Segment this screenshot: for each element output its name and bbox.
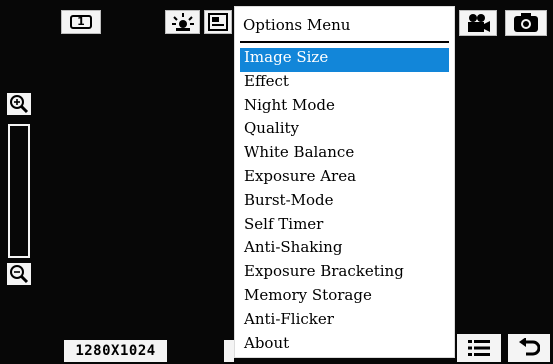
back-arrow-icon	[519, 338, 540, 356]
back-button[interactable]	[508, 334, 550, 362]
menu-divider	[240, 41, 449, 43]
menu-item-exposure-bracketing[interactable]: Exposure Bracketing	[240, 262, 449, 286]
camera-icon	[514, 13, 538, 32]
menu-item-self-timer[interactable]: Self Timer	[240, 215, 449, 239]
menu-item-memory-storage[interactable]: Memory Storage	[240, 286, 449, 310]
zoom-in-icon	[10, 95, 29, 114]
menu-button[interactable]	[457, 334, 501, 362]
scene-mode-icon	[208, 13, 228, 31]
menu-item-night-mode[interactable]: Night Mode	[240, 96, 449, 120]
list-menu-icon	[468, 340, 490, 356]
counter-value: 1	[70, 15, 92, 29]
menu-item-about[interactable]: About	[240, 334, 449, 358]
photo-counter[interactable]: 1	[61, 10, 101, 34]
zoom-out-icon	[10, 265, 29, 284]
menu-item-exposure-area[interactable]: Exposure Area	[240, 167, 449, 191]
white-balance-button[interactable]	[165, 10, 200, 34]
scene-mode-button[interactable]	[204, 10, 232, 34]
options-menu: Options Menu Image Size Effect Night Mod…	[234, 6, 455, 358]
hidden-status-indicator	[224, 340, 234, 362]
resolution-label: 1280X1024	[64, 340, 167, 362]
camera-mode-button[interactable]	[505, 10, 547, 36]
menu-item-anti-flicker[interactable]: Anti-Flicker	[240, 310, 449, 334]
menu-item-image-size[interactable]: Image Size	[240, 48, 449, 72]
video-mode-button[interactable]	[459, 10, 497, 36]
menu-item-quality[interactable]: Quality	[240, 119, 449, 143]
zoom-slider[interactable]	[8, 124, 30, 258]
menu-item-anti-shaking[interactable]: Anti-Shaking	[240, 238, 449, 262]
zoom-in-button[interactable]	[7, 93, 31, 115]
menu-item-effect[interactable]: Effect	[240, 72, 449, 96]
zoom-out-button[interactable]	[7, 263, 31, 285]
menu-item-white-balance[interactable]: White Balance	[240, 143, 449, 167]
menu-item-burst-mode[interactable]: Burst-Mode	[240, 191, 449, 215]
camera-viewfinder: 1 1280X1024 Options Menu Image Size Effe…	[0, 0, 553, 364]
menu-title: Options Menu	[243, 16, 351, 34]
white-balance-sun-icon	[171, 13, 194, 31]
menu-list: Image Size Effect Night Mode Quality Whi…	[240, 48, 449, 357]
video-camera-icon	[468, 14, 490, 32]
